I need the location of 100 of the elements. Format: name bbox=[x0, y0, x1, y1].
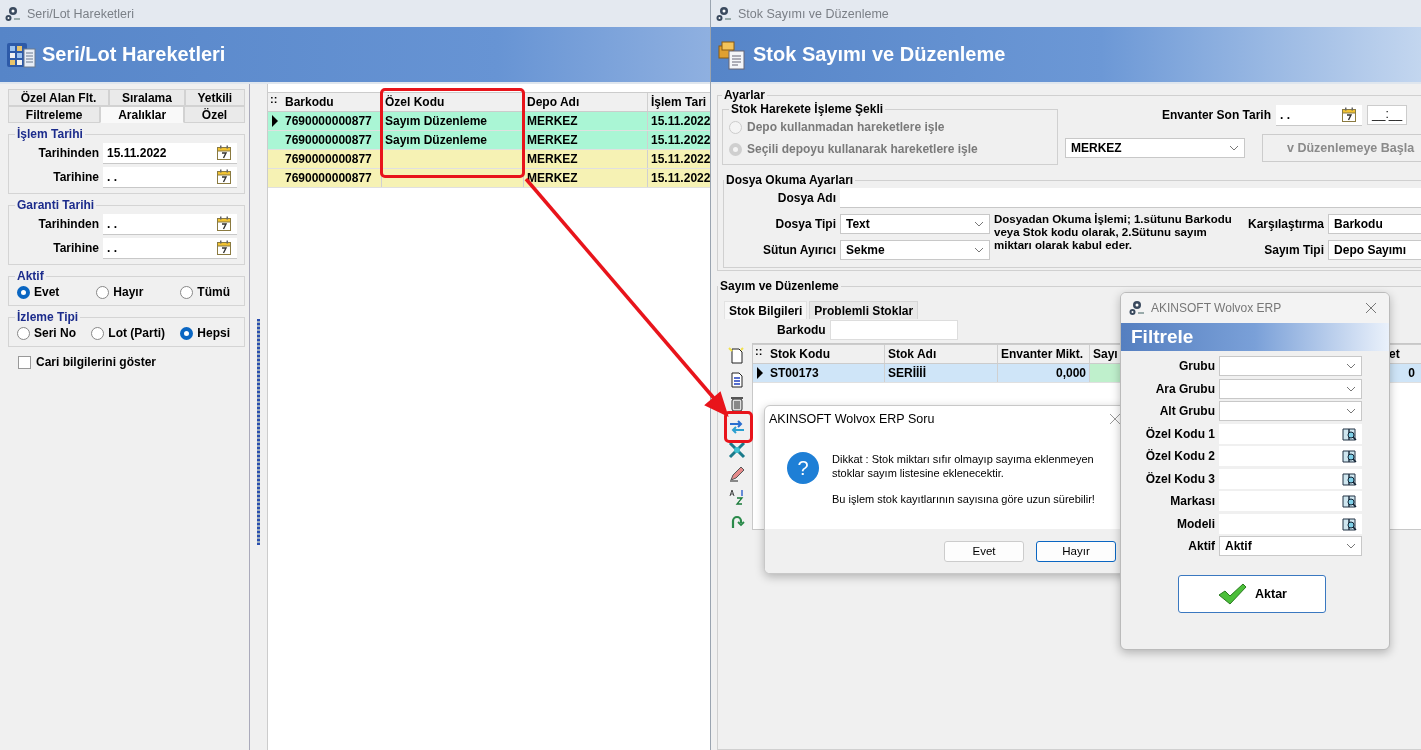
radio-button[interactable] bbox=[91, 326, 105, 340]
table-cell: MERKEZ bbox=[524, 112, 648, 130]
book-search-icon[interactable] bbox=[1342, 426, 1357, 441]
tab[interactable]: Aralıklar bbox=[100, 106, 184, 123]
radio-button[interactable] bbox=[180, 326, 194, 340]
lookup-field[interactable] bbox=[1219, 468, 1362, 489]
field-label: Tarihinden bbox=[37, 217, 99, 231]
window-heading: Seri/Lot Hareketleri bbox=[42, 43, 226, 66]
dropdown[interactable]: Depo Sayımı bbox=[1328, 240, 1421, 260]
tab[interactable]: Sıralama bbox=[109, 89, 185, 106]
sort-icon[interactable] bbox=[728, 488, 746, 506]
radio-label: Tümü bbox=[197, 285, 230, 299]
column-header[interactable]: Stok Kodu bbox=[767, 345, 885, 363]
chevron-down-icon[interactable] bbox=[1229, 145, 1239, 151]
date-field[interactable]: . . bbox=[103, 213, 237, 235]
trash-icon[interactable] bbox=[728, 394, 746, 412]
lookup-field[interactable] bbox=[1219, 423, 1362, 444]
chevron-down-icon[interactable] bbox=[1346, 363, 1356, 369]
column-header[interactable]: İşlem Tari bbox=[648, 93, 710, 111]
column-header[interactable]: Özel Kodu bbox=[382, 93, 524, 111]
lookup-field[interactable] bbox=[1219, 491, 1362, 511]
field-label: Özel Kodu 1 bbox=[1144, 426, 1215, 441]
chevron-down-icon[interactable] bbox=[1346, 385, 1356, 392]
column-header[interactable]: Barkodu bbox=[282, 93, 382, 111]
lookup-field[interactable] bbox=[1219, 513, 1362, 534]
radio-label: Hayır bbox=[113, 285, 144, 299]
table-cell-text: 15.11.2022 bbox=[650, 170, 710, 187]
calendar-icon[interactable] bbox=[1342, 107, 1357, 122]
splitter-handle[interactable] bbox=[257, 319, 260, 545]
tab[interactable]: Filtreleme bbox=[8, 106, 101, 123]
pencil-icon[interactable] bbox=[728, 464, 746, 483]
input-field[interactable] bbox=[840, 188, 1421, 208]
radio-label: Lot (Parti) bbox=[108, 326, 165, 340]
date-field[interactable]: . . bbox=[1276, 104, 1363, 126]
tab[interactable]: Yetkili bbox=[184, 89, 245, 106]
book-search-icon[interactable] bbox=[1342, 449, 1357, 463]
new-document-icon[interactable] bbox=[728, 347, 746, 365]
time-field[interactable]: __:__ bbox=[1367, 105, 1408, 125]
tab[interactable]: Problemli Stoklar bbox=[809, 301, 919, 319]
date-field[interactable]: . . bbox=[103, 237, 237, 259]
date-field[interactable]: . . bbox=[103, 166, 237, 188]
chevron-down-icon[interactable] bbox=[974, 221, 984, 227]
boxes-icon bbox=[717, 39, 747, 70]
dropdown[interactable]: Sekme bbox=[840, 240, 990, 260]
field-label: Envanter Son Tarih bbox=[1161, 108, 1272, 122]
chevron-down-icon[interactable] bbox=[1346, 408, 1356, 414]
dialog-button[interactable]: Evet bbox=[944, 540, 1024, 562]
dropdown[interactable]: Aktif bbox=[1219, 536, 1362, 556]
column-header[interactable]: Envanter Mikt. bbox=[998, 345, 1090, 363]
table-row[interactable]: 7690000000877 MERKEZ 15.11.2022 bbox=[268, 169, 710, 188]
column-header[interactable]: Stok Adı bbox=[885, 345, 998, 363]
group-title: Sayım ve Düzenleme bbox=[719, 279, 840, 293]
chevron-down-icon[interactable] bbox=[1346, 543, 1356, 549]
dropdown[interactable]: Barkodu bbox=[1328, 214, 1421, 234]
calendar-icon[interactable] bbox=[217, 145, 231, 160]
radio-button[interactable] bbox=[180, 285, 194, 299]
table-cell: SERİİİİ bbox=[885, 364, 998, 382]
column-header[interactable]: Depo Adı bbox=[524, 93, 648, 111]
chevron-down-icon[interactable] bbox=[974, 247, 984, 253]
field-label: Markası bbox=[1169, 494, 1215, 508]
book-search-icon[interactable] bbox=[1342, 494, 1357, 508]
calendar-icon[interactable] bbox=[217, 169, 231, 184]
field-label: Sayım Tipi bbox=[1264, 243, 1325, 257]
barcode-field[interactable] bbox=[829, 320, 958, 340]
dropdown[interactable]: Text bbox=[840, 214, 990, 234]
table-row[interactable]: 7690000000877 Sayım Düzenleme MERKEZ 15.11.2022 bbox=[268, 112, 710, 131]
swap-arrows-icon[interactable] bbox=[728, 417, 746, 436]
field-label: Tarihinden bbox=[37, 146, 99, 160]
field-label: Ara Grubu bbox=[1154, 381, 1215, 396]
checkbox[interactable] bbox=[18, 355, 31, 369]
field-label: Aktif bbox=[1187, 539, 1215, 553]
field-label: Modeli bbox=[1176, 516, 1215, 531]
book-search-icon[interactable] bbox=[1342, 516, 1357, 531]
dialog-button[interactable]: Hayır bbox=[1036, 540, 1116, 562]
document-icon[interactable] bbox=[728, 370, 746, 389]
lookup-field[interactable] bbox=[1219, 446, 1362, 466]
group-title: İşlem Tarihi bbox=[16, 127, 84, 141]
calendar-icon[interactable] bbox=[217, 240, 231, 255]
radio-button[interactable] bbox=[96, 285, 110, 299]
window-heading: Stok Sayımı ve Düzenleme bbox=[753, 43, 1006, 66]
tab[interactable]: Stok Bilgileri bbox=[724, 301, 808, 319]
date-field[interactable]: 15.11.2022 bbox=[103, 142, 237, 164]
tab[interactable]: Özel Alan Flt. bbox=[8, 89, 110, 106]
radio-button[interactable] bbox=[17, 326, 30, 340]
field-label: Dosya Tipi bbox=[774, 217, 836, 231]
group-title: Dosya Okuma Ayarları bbox=[725, 173, 855, 187]
table-cell: Sayım Düzenleme bbox=[382, 131, 524, 149]
field-label: Tarihine bbox=[52, 170, 99, 184]
radio-label: Seri No bbox=[34, 326, 76, 340]
calendar-icon[interactable] bbox=[217, 216, 231, 231]
close-icon[interactable] bbox=[1365, 302, 1377, 314]
tab[interactable]: Özel bbox=[184, 106, 245, 123]
depot-dropdown[interactable]: MERKEZ bbox=[1065, 138, 1245, 158]
close-icon[interactable] bbox=[1109, 413, 1121, 425]
table-row[interactable]: 7690000000877 Sayım Düzenleme MERKEZ 15.11.2022 bbox=[268, 131, 710, 150]
book-search-icon[interactable] bbox=[1342, 471, 1357, 486]
cross-icon[interactable] bbox=[728, 441, 746, 459]
aktar-button[interactable]: Aktar bbox=[1178, 574, 1326, 613]
table-row[interactable]: 7690000000877 MERKEZ 15.11.2022 bbox=[268, 150, 710, 169]
radio-button[interactable] bbox=[17, 285, 30, 299]
